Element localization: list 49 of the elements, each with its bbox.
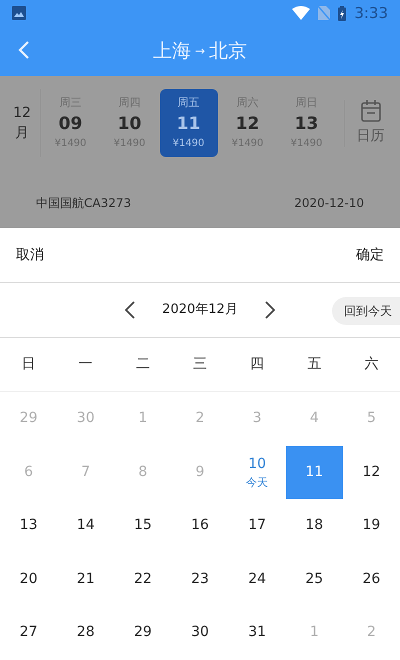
destination-city: 北京 <box>209 38 248 64</box>
calendar-day[interactable]: 21 <box>57 552 114 606</box>
month-number: 12 <box>13 104 31 123</box>
weekday-label: 二 <box>134 355 151 374</box>
calendar-day[interactable]: 19 <box>342 499 400 552</box>
weekday-label: 一 <box>78 355 94 374</box>
calendar-day[interactable]: 23 <box>171 552 229 606</box>
calendar-day[interactable]: 16 <box>171 499 229 552</box>
route-arrow: → <box>194 43 206 60</box>
weekday-label: 六 <box>363 355 380 374</box>
calendar-day[interactable]: 17 <box>228 499 286 552</box>
flight-number: 中国国航CA3273 <box>36 195 132 212</box>
battery-icon <box>338 6 346 20</box>
wifi-icon <box>292 6 310 20</box>
calendar-day[interactable]: 14 <box>57 499 114 552</box>
calendar-day[interactable]: 13 <box>0 499 58 552</box>
calendar-day[interactable]: 28 <box>57 606 114 660</box>
cancel-button[interactable]: 取消 <box>16 244 44 266</box>
calendar-day[interactable]: 24 <box>228 552 286 606</box>
calendar-day[interactable]: 18 <box>286 499 343 552</box>
back-icon <box>18 40 30 60</box>
no-sim-icon <box>318 6 330 20</box>
confirm-button[interactable]: 确定 <box>356 244 384 266</box>
calendar-day[interactable]: 26 <box>342 552 400 606</box>
chevron-left-icon <box>125 301 136 319</box>
weekday-label: 三 <box>192 355 208 374</box>
flight-date: 2020-12-10 <box>294 195 364 212</box>
calendar-day[interactable]: 31 <box>228 606 286 660</box>
weekday-label: 五 <box>306 355 322 374</box>
today-button[interactable]: 回到今天 <box>332 297 400 325</box>
calendar-icon <box>360 100 380 122</box>
image-icon <box>12 6 26 20</box>
calendar-day[interactable]: 30 <box>171 606 229 660</box>
date-tab[interactable]: 周五 11 ¥1490 <box>160 89 218 157</box>
calendar-day[interactable]: 27 <box>0 606 58 660</box>
calendar-day[interactable]: 25 <box>286 552 343 606</box>
calendar-day[interactable]: 12 <box>342 446 400 499</box>
chevron-right-icon <box>264 301 275 319</box>
month-title: 2020年12月 <box>162 301 238 320</box>
calendar-day[interactable]: 20 <box>0 552 58 606</box>
calendar-day[interactable]: 29 <box>114 606 172 660</box>
origin-city: 上海 <box>152 38 191 64</box>
weekday-label: 日 <box>20 355 37 374</box>
weekday-label: 四 <box>249 355 266 374</box>
calendar-day[interactable]: 22 <box>114 552 172 606</box>
calendar-day[interactable]: 10 今天 <box>228 446 286 499</box>
month-unit: 月 <box>15 124 29 143</box>
status-time: 3:33 <box>354 2 388 24</box>
calendar-day[interactable]: 15 <box>114 499 172 552</box>
